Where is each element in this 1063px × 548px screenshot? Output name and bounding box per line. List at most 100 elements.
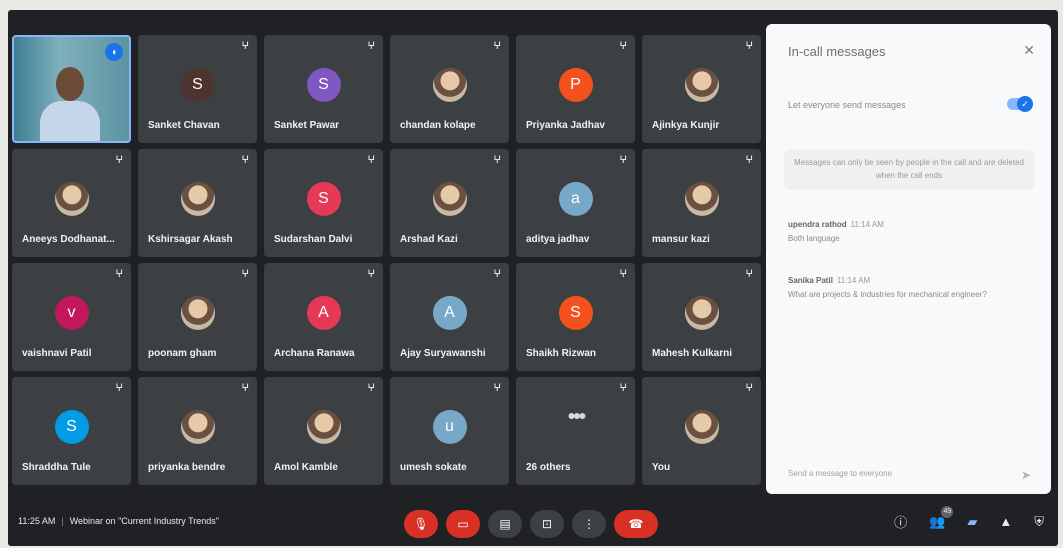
mic-off-icon: ⵖ — [115, 269, 123, 280]
avatar: S — [54, 409, 89, 444]
participant-name: Amol Kamble — [274, 462, 338, 473]
avatar: a — [558, 181, 593, 216]
mic-off-icon: ⵖ — [619, 383, 627, 394]
participant-tile[interactable]: ⵖ You — [642, 377, 761, 485]
speaking-icon: ◖ — [105, 43, 123, 61]
participant-name: Priyanka Jadhav — [526, 120, 605, 131]
participant-name: priyanka bendre — [148, 462, 226, 473]
chat-panel-title: In-call messages — [788, 44, 886, 59]
people-icon[interactable]: 👥 49 — [929, 505, 954, 530]
participant-tile[interactable]: ⵖ S Shaikh Rizwan — [516, 263, 635, 371]
message-sender: upendra rathod — [788, 220, 847, 229]
participant-name: 26 others — [526, 462, 571, 473]
participant-name: chandan kolape — [400, 120, 476, 131]
participant-name: Archana Ranawa — [274, 348, 355, 359]
send-messages-toggle[interactable]: ✓ — [1007, 96, 1033, 112]
avatar — [180, 409, 215, 444]
avatar: S — [306, 181, 341, 216]
close-icon[interactable]: ✕ — [1023, 42, 1035, 59]
participant-tile[interactable]: ⵖ A Ajay Suryawanshi — [390, 263, 509, 371]
shield-icon[interactable]: ⛨ — [1034, 514, 1044, 530]
mic-off-icon: ⵖ — [367, 269, 375, 280]
people-count-badge: 49 — [941, 505, 954, 518]
participant-tile[interactable]: ⵖ Mahesh Kulkarni — [642, 263, 761, 371]
avatar — [684, 181, 719, 216]
mic-off-icon: ⵖ — [241, 269, 249, 280]
participant-tile[interactable]: ⵖ v vaishnavi Patil — [12, 263, 131, 371]
participant-tile[interactable]: ⵖ S Sudarshan Dalvi — [264, 149, 383, 257]
participant-tile[interactable]: ⵖ S Shraddha Tule — [12, 377, 131, 485]
mic-off-icon: ⵖ — [619, 155, 627, 166]
participant-name: You — [652, 462, 671, 473]
participant-name: aditya jadhav — [526, 234, 590, 245]
participant-tile[interactable]: ⵖ u umesh sokate — [390, 377, 509, 485]
participant-name: Shraddha Tule — [22, 462, 91, 473]
bottom-bar: 11:25 AM | Webinar on "Current Industry Tr… — [8, 504, 1058, 546]
present-icon[interactable]: ⊡ — [530, 510, 564, 538]
call-controls: 🎙 ▭ ▤ ⊡ ⋮ ☎ — [404, 510, 658, 538]
toggle-label: Let everyone send messages — [788, 100, 906, 110]
more-options-icon[interactable]: ⋮ — [572, 510, 606, 538]
participant-tile[interactable]: ⵖ Ajinkya Kunjir — [642, 35, 761, 143]
participant-name: Arshad Kazi — [400, 234, 458, 245]
participant-tile[interactable]: ⵖ Aneeys Dodhanat... — [12, 149, 131, 257]
side-controls: ⓘ 👥 49 ▰ ▲ ⛨ — [894, 505, 1044, 531]
avatar — [684, 409, 719, 444]
message-input[interactable]: Send a message to everyone — [788, 469, 892, 478]
participant-name: Mahesh Kulkarni — [652, 348, 733, 359]
avatar: S — [180, 67, 215, 102]
participant-tile[interactable]: ⵖ Arshad Kazi — [390, 149, 509, 257]
participant-tile[interactable]: ⵖ A Archana Ranawa — [264, 263, 383, 371]
chat-message: upendra rathod 11:14 AM Both language — [788, 220, 1028, 244]
mic-off-icon: ⵖ — [493, 269, 501, 280]
info-icon[interactable]: ⓘ — [894, 512, 907, 531]
avatar: A — [432, 295, 467, 330]
avatar: P — [558, 67, 593, 102]
chat-message: Sanika Patil 11:14 AM What are projects &… — [788, 276, 1028, 300]
avatar: A — [306, 295, 341, 330]
participant-name: Sanket Chavan — [148, 120, 220, 131]
mic-off-icon: ⵖ — [745, 155, 753, 166]
avatar: v — [54, 295, 89, 330]
mic-off-icon: ⵖ — [493, 155, 501, 166]
participant-tile[interactable]: ⵖ Kshirsagar Akash — [138, 149, 257, 257]
activities-icon[interactable]: ▲ — [999, 514, 1012, 529]
clock-time: 11:25 AM — [18, 516, 56, 526]
mic-off-icon: ⵖ — [367, 155, 375, 166]
message-text: Both language — [788, 234, 840, 243]
message-time: 11:14 AM — [850, 220, 884, 229]
participant-name: vaishnavi Patil — [22, 348, 92, 359]
self-video-tile[interactable]: ◖ — [12, 35, 131, 143]
participant-tile[interactable]: ⵖ priyanka bendre — [138, 377, 257, 485]
captions-icon[interactable]: ▤ — [488, 510, 522, 538]
participant-tile[interactable]: ⵖ S Sanket Pawar — [264, 35, 383, 143]
participant-tile[interactable]: ⵖ S Sanket Chavan — [138, 35, 257, 143]
mic-off-icon[interactable]: 🎙 — [404, 510, 438, 538]
mic-off-icon: ⵖ — [115, 383, 123, 394]
avatar — [432, 67, 467, 102]
mic-off-icon: ⵖ — [367, 383, 375, 394]
mic-off-icon: ⵖ — [619, 41, 627, 52]
participant-tile[interactable]: ⵖ poonam gham — [138, 263, 257, 371]
participant-name: Sanket Pawar — [274, 120, 340, 131]
participant-tile[interactable]: ⵖ ●●● 26 others — [516, 377, 635, 485]
end-call-icon[interactable]: ☎ — [614, 510, 658, 538]
message-time: 11:14 AM — [836, 276, 871, 285]
participant-tile[interactable]: ⵖ a aditya jadhav — [516, 149, 635, 257]
avatar — [180, 181, 215, 216]
participant-tile[interactable]: ⵖ chandan kolape — [390, 35, 509, 143]
participant-name: Shaikh Rizwan — [526, 348, 597, 359]
participant-tile[interactable]: ⵖ Amol Kamble — [264, 377, 383, 485]
mic-off-icon: ⵖ — [493, 383, 501, 394]
avatar — [306, 409, 341, 444]
avatar — [54, 181, 89, 216]
participant-name: umesh sokate — [400, 462, 467, 473]
participant-tile[interactable]: ⵖ mansur kazi — [642, 149, 761, 257]
chat-icon[interactable]: ▰ — [967, 514, 977, 530]
participant-tile[interactable]: ⵖ P Priyanka Jadhav — [516, 35, 635, 143]
send-icon[interactable]: ➤ — [1021, 468, 1031, 482]
camera-off-icon[interactable]: ▭ — [446, 510, 480, 538]
participant-name: Kshirsagar Akash — [148, 234, 233, 245]
participant-name: Ajinkya Kunjir — [652, 120, 720, 131]
others-avatars: ●●● — [567, 407, 586, 423]
